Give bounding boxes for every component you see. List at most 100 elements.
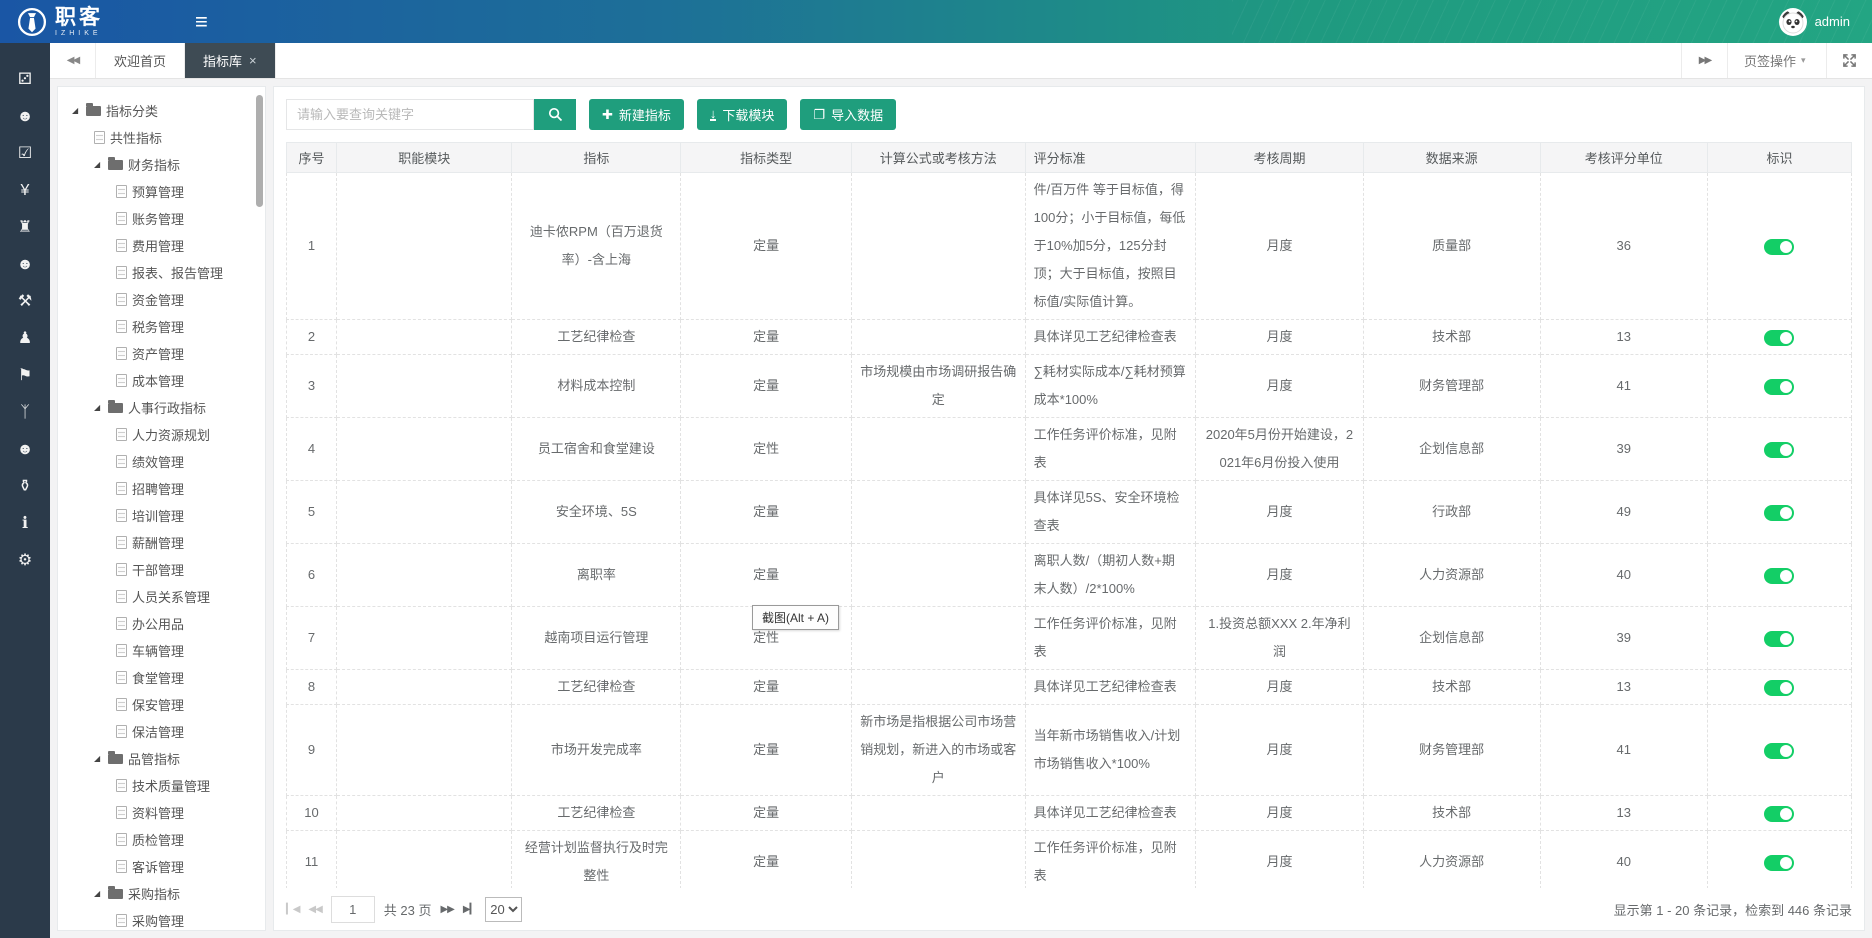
download-icon: ↓ [710, 108, 717, 122]
chevron-down-icon: ▾ [1801, 55, 1810, 66]
tree-leaf-node[interactable]: 保洁管理 [58, 718, 265, 745]
column-header: 指标类型 [681, 143, 852, 173]
tree-leaf-node[interactable]: 客诉管理 [58, 853, 265, 880]
tree-leaf-node[interactable]: 培训管理 [58, 502, 265, 529]
page-number-input[interactable] [331, 896, 375, 923]
tab-指标库[interactable]: 指标库× [185, 43, 276, 78]
info-icon[interactable]: ℹ [22, 513, 28, 535]
tree-leaf-node[interactable]: 技术质量管理 [58, 772, 265, 799]
tab-close-icon[interactable]: × [249, 53, 257, 68]
tree-leaf-node[interactable]: 办公用品 [58, 610, 265, 637]
status-toggle-on[interactable] [1764, 568, 1794, 584]
status-toggle-on[interactable] [1764, 855, 1794, 871]
tree-folder-node[interactable]: ◢品管指标 [58, 745, 265, 772]
tree-leaf-node[interactable]: 绩效管理 [58, 448, 265, 475]
tree-leaf-node[interactable]: 干部管理 [58, 556, 265, 583]
indicator-table: 序号职能模块指标指标类型计算公式或考核方法评分标准考核周期数据来源考核评分单位标… [286, 142, 1852, 931]
users-icon[interactable]: ☻ [17, 106, 34, 128]
tree-leaf-node[interactable]: 食堂管理 [58, 664, 265, 691]
prev-page-icon[interactable]: ◀◀ [308, 904, 321, 915]
user-icon[interactable]: ☻ [17, 439, 34, 461]
tree-leaf-node[interactable]: 保安管理 [58, 691, 265, 718]
tree-folder-node[interactable]: ◢采购指标 [58, 880, 265, 907]
user-menu[interactable]: admin [1779, 8, 1872, 36]
download-module-button[interactable]: ↓下载模块 [697, 99, 788, 130]
tab-欢迎首页[interactable]: 欢迎首页 [96, 43, 185, 78]
tree-leaf-node[interactable]: 车辆管理 [58, 637, 265, 664]
tree-folder-node[interactable]: ◢人事行政指标 [58, 394, 265, 421]
last-page-icon[interactable]: ▶▎ [463, 904, 476, 915]
graduation-icon[interactable]: ⚑ [18, 365, 32, 387]
tabs-scroll-left-icon[interactable]: ◀◀ [50, 43, 96, 78]
search-button[interactable] [534, 99, 576, 130]
table-cell: 财务管理部 [1363, 705, 1540, 796]
status-toggle-on[interactable] [1764, 442, 1794, 458]
tree-leaf-node[interactable]: 共性指标 [58, 124, 265, 151]
status-toggle-on[interactable] [1764, 806, 1794, 822]
tree-caret-icon[interactable]: ◢ [94, 754, 103, 763]
tree-node-label: 质检管理 [132, 830, 184, 849]
status-toggle-on[interactable] [1764, 631, 1794, 647]
search-input[interactable] [286, 99, 534, 130]
tree-leaf-node[interactable]: 成本管理 [58, 367, 265, 394]
bank-icon[interactable]: ♜ [18, 217, 32, 239]
table-cell: 工艺纪律检查 [512, 320, 681, 355]
hamburger-menu-icon[interactable]: ≡ [195, 11, 208, 33]
tree-leaf-node[interactable]: 质检管理 [58, 826, 265, 853]
cubes-icon[interactable]: ⚂ [18, 69, 32, 91]
table-row: 8工艺纪律检查定量具体详见工艺纪律检查表月度技术部13 [287, 670, 1852, 705]
tree-caret-icon[interactable]: ◢ [94, 160, 103, 169]
tree-leaf-node[interactable]: 采购管理 [58, 907, 265, 931]
create-indicator-button[interactable]: ✚新建指标 [589, 99, 684, 130]
trophy-icon[interactable]: ⚱ [18, 476, 31, 498]
fullscreen-expand-icon[interactable] [1826, 43, 1872, 78]
page-size-select[interactable]: 20 [485, 897, 522, 922]
tree-folder-node[interactable]: ◢指标分类 [58, 97, 265, 124]
table-cell: 安全环境、5S [512, 481, 681, 544]
status-toggle-on[interactable] [1764, 330, 1794, 346]
tree-node-label: 人员关系管理 [132, 587, 210, 606]
tree-scrollbar[interactable] [256, 95, 263, 207]
document-icon [116, 482, 127, 495]
tasks-check-icon[interactable]: ☑ [18, 143, 32, 165]
podium-icon[interactable]: ♟ [18, 328, 32, 350]
status-toggle-on[interactable] [1764, 239, 1794, 255]
table-row: 11经营计划监督执行及时完整性定量工作任务评价标准，见附表月度人力资源部40 [287, 831, 1852, 894]
tree-leaf-node[interactable]: 人力资源规划 [58, 421, 265, 448]
tree-leaf-node[interactable]: 薪酬管理 [58, 529, 265, 556]
tree-leaf-node[interactable]: 预算管理 [58, 178, 265, 205]
tree-caret-icon[interactable]: ◢ [72, 106, 81, 115]
gears-icon[interactable]: ⚙ [18, 550, 32, 572]
tabs-scroll-right-icon[interactable]: ▶▶ [1681, 43, 1727, 78]
tree-leaf-node[interactable]: 资金管理 [58, 286, 265, 313]
tree-leaf-node[interactable]: 资产管理 [58, 340, 265, 367]
person-arms-up-icon[interactable]: ᛉ [20, 402, 30, 424]
status-toggle-on[interactable] [1764, 379, 1794, 395]
tree-caret-icon[interactable]: ◢ [94, 403, 103, 412]
tab-operations-dropdown[interactable]: 页签操作 ▾ [1727, 43, 1826, 78]
tree-leaf-node[interactable]: 费用管理 [58, 232, 265, 259]
import-data-button[interactable]: ❐导入数据 [800, 99, 896, 130]
tree-node-label: 招聘管理 [132, 479, 184, 498]
money-yen-icon[interactable]: ¥ [21, 180, 30, 202]
tree-leaf-node[interactable]: 招聘管理 [58, 475, 265, 502]
tree-caret-icon[interactable]: ◢ [94, 889, 103, 898]
briefcase-icon[interactable]: ⚒ [18, 291, 32, 313]
status-toggle-on[interactable] [1764, 680, 1794, 696]
status-toggle-on[interactable] [1764, 505, 1794, 521]
document-icon [116, 347, 127, 360]
tree-leaf-node[interactable]: 报表、报告管理 [58, 259, 265, 286]
table-cell: 新市场是指根据公司市场营销规划，新进入的市场或客户 [851, 705, 1025, 796]
table-cell: 月度 [1196, 705, 1363, 796]
first-page-icon[interactable]: ▎◀ [286, 904, 299, 915]
column-header: 计算公式或考核方法 [851, 143, 1025, 173]
tree-folder-node[interactable]: ◢财务指标 [58, 151, 265, 178]
table-cell: 定量 [681, 831, 852, 894]
tree-leaf-node[interactable]: 账务管理 [58, 205, 265, 232]
team-icon[interactable]: ☻ [17, 254, 34, 276]
next-page-icon[interactable]: ▶▶ [440, 904, 453, 915]
status-toggle-on[interactable] [1764, 743, 1794, 759]
tree-leaf-node[interactable]: 税务管理 [58, 313, 265, 340]
tree-leaf-node[interactable]: 资料管理 [58, 799, 265, 826]
tree-leaf-node[interactable]: 人员关系管理 [58, 583, 265, 610]
